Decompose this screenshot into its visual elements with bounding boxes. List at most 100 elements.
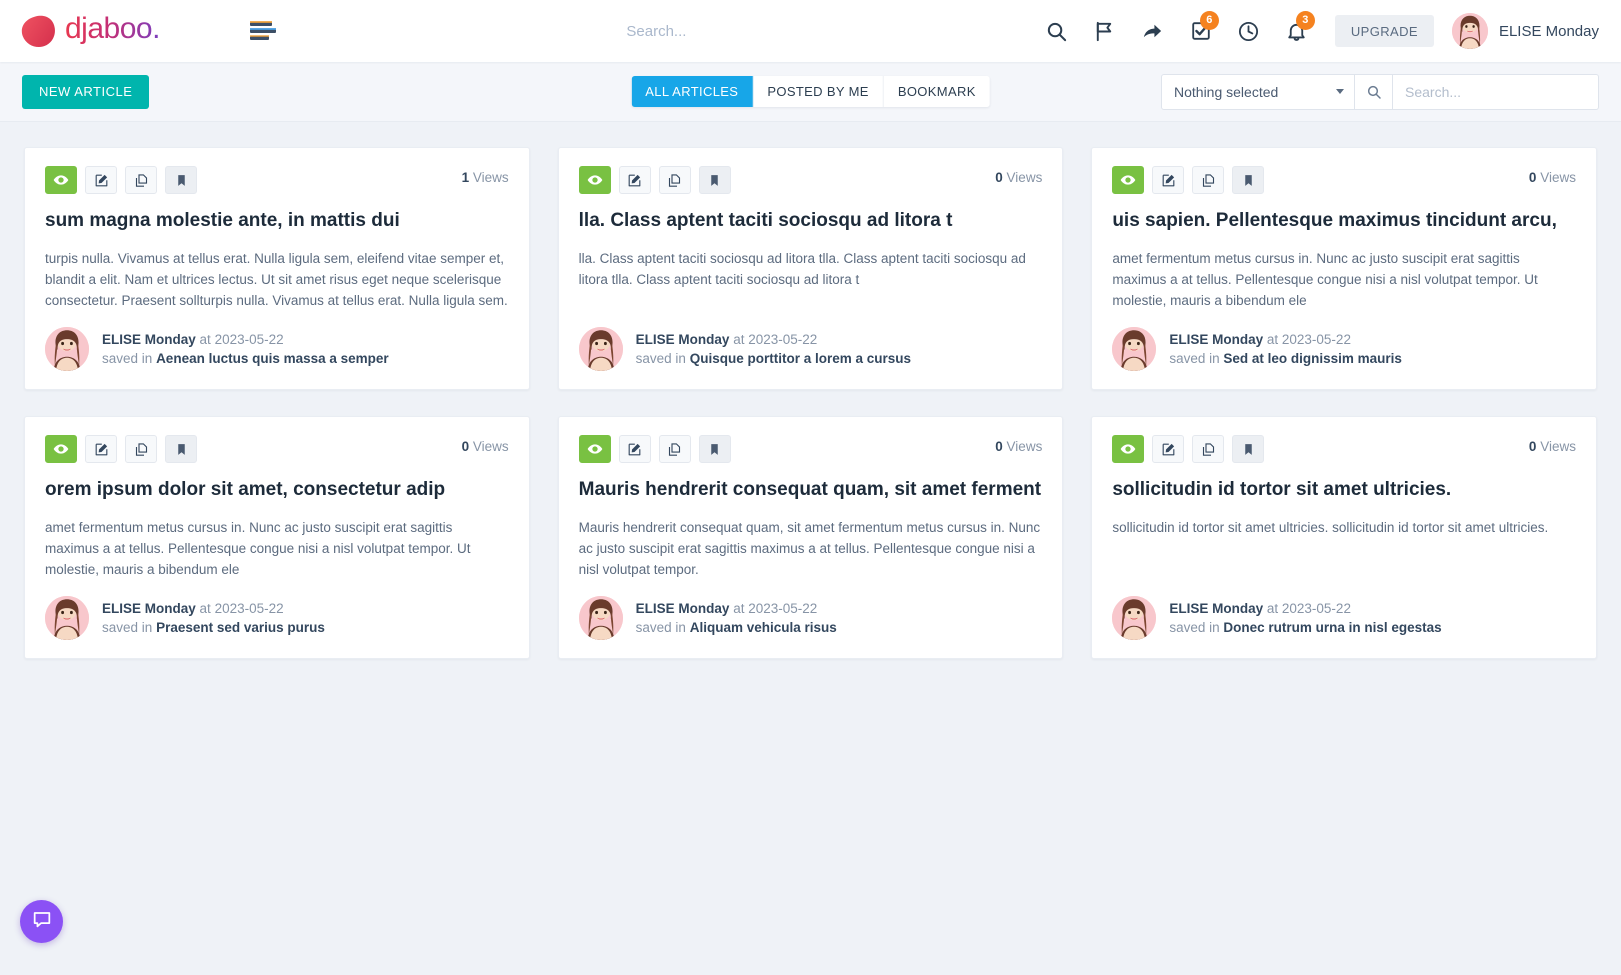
bookmark-button[interactable] [1232,435,1265,463]
filter-search-button[interactable] [1355,73,1393,110]
folder-name[interactable]: Praesent sed varius purus [156,620,325,635]
global-search-input[interactable] [496,22,817,40]
card-action-group [1112,435,1265,463]
saved-in-label: saved in [1169,351,1220,366]
views-label: Views [1540,170,1576,185]
card-action-group [578,166,731,194]
view-button[interactable] [578,435,611,463]
edit-button[interactable] [618,435,651,463]
bell-icon[interactable]: 3 [1273,9,1321,53]
views-label: Views [472,439,509,454]
new-article-button[interactable]: NEW ARTICLE [22,74,150,109]
category-select[interactable]: Nothing selected [1161,73,1355,110]
saved-in-label: saved in [102,351,153,366]
clock-icon[interactable] [1225,9,1273,53]
saved-in-label: saved in [102,620,153,635]
duplicate-button[interactable] [125,435,157,463]
views-label: Views [1006,170,1043,185]
view-button[interactable] [45,166,77,194]
folder-name[interactable]: Sed at leo dignissim mauris [1223,351,1402,366]
meta-text: ELISE Monday at 2023-05-22 saved in Quis… [636,330,911,368]
view-button[interactable] [1112,166,1145,194]
saved-in-label: saved in [1169,620,1220,635]
saved-in-label: saved in [635,351,686,366]
views-label: Views [1006,439,1043,454]
article-card[interactable]: 1 Views sum magna molestie ante, in matt… [24,147,530,390]
article-card[interactable]: 0 Views sollicitudin id tortor sit amet … [1091,416,1597,659]
articles-grid: 1 Views sum magna molestie ante, in matt… [0,122,1621,659]
article-title[interactable]: lla. Class aptent taciti sociosqu ad lit… [579,209,1043,233]
edit-button[interactable] [1152,435,1185,463]
tab-bookmark[interactable]: BOOKMARK [883,76,990,107]
duplicate-button[interactable] [125,166,157,194]
article-card[interactable]: 0 Views Mauris hendrerit consequat quam,… [557,416,1064,659]
author-name: ELISE Monday [1169,600,1264,616]
card-action-group [1112,166,1265,194]
tasks-checkbox-icon[interactable]: 6 [1177,9,1225,53]
edit-button[interactable] [85,435,117,463]
article-card[interactable]: 0 Views uis sapien. Pellentesque maximus… [1091,147,1597,390]
menu-toggle-icon[interactable] [250,16,280,46]
view-button[interactable] [1112,435,1145,463]
folder-name[interactable]: Aenean luctus quis massa a semper [156,351,389,366]
top-header-bar: djaboo. Search... 6 3 UPGRADE ELISE Mond… [0,0,1621,62]
views-count: 0 Views [462,435,509,454]
folder-name[interactable]: Quisque porttitor a lorem a cursus [690,351,911,366]
folder-name[interactable]: Aliquam vehicula risus [690,620,837,635]
article-title[interactable]: sollicitudin id tortor sit amet ultricie… [1112,478,1576,502]
bookmark-button[interactable] [165,166,197,194]
article-title[interactable]: Mauris hendrerit consequat quam, sit ame… [579,478,1043,502]
card-header: 0 Views [578,166,1042,194]
card-footer: ELISE Monday at 2023-05-22 saved in Done… [1112,596,1576,640]
bookmark-button[interactable] [698,166,731,194]
upgrade-button[interactable]: UPGRADE [1334,15,1434,47]
chat-support-button[interactable] [20,900,63,943]
meta-text: ELISE Monday at 2023-05-22 saved in Sed … [1169,330,1402,368]
card-header: 0 Views [1112,435,1576,463]
edit-button[interactable] [85,166,117,194]
edit-button[interactable] [618,166,651,194]
article-excerpt: amet fermentum metus cursus in. Nunc ac … [45,519,471,577]
article-card[interactable]: 0 Views orem ipsum dolor sit amet, conse… [24,416,530,659]
chat-bubble-icon [31,908,53,935]
views-count: 0 Views [1529,435,1576,454]
avatar [45,596,89,640]
brand-logo[interactable]: djaboo. [20,12,220,51]
article-title[interactable]: uis sapien. Pellentesque maximus tincidu… [1112,209,1576,233]
card-header: 0 Views [45,435,509,463]
bookmark-button[interactable] [1232,166,1265,194]
duplicate-button[interactable] [1192,435,1225,463]
article-title[interactable]: sum magna molestie ante, in mattis dui [45,209,509,233]
article-date: 2023-05-22 [748,600,818,616]
views-label: Views [472,170,509,185]
bookmark-button[interactable] [165,435,197,463]
view-button[interactable] [45,435,77,463]
at-label: at [199,331,211,347]
user-menu[interactable]: ELISE Monday [1451,13,1599,49]
article-title[interactable]: orem ipsum dolor sit amet, consectetur a… [45,478,509,502]
menu-bar-3 [250,34,269,40]
article-date: 2023-05-22 [748,331,818,347]
folder-name[interactable]: Donec rutrum urna in nisl egestas [1223,620,1441,635]
share-arrow-icon[interactable] [1129,9,1177,53]
article-date: 2023-05-22 [214,331,284,347]
bookmark-button[interactable] [698,435,731,463]
views-number: 1 [461,170,470,185]
view-button[interactable] [578,166,611,194]
tasks-badge: 6 [1199,11,1219,30]
duplicate-button[interactable] [658,166,691,194]
chevron-down-icon [1336,89,1344,94]
views-count: 0 Views [995,166,1042,185]
edit-button[interactable] [1152,166,1185,194]
global-search [280,22,1033,40]
duplicate-button[interactable] [1192,166,1225,194]
duplicate-button[interactable] [658,435,691,463]
article-card[interactable]: 0 Views lla. Class aptent taciti sociosq… [557,147,1064,390]
tab-all-articles[interactable]: ALL ARTICLES [631,76,754,107]
search-icon[interactable] [1033,9,1081,53]
card-footer: ELISE Monday at 2023-05-22 saved in Quis… [578,327,1043,371]
article-excerpt: sollicitudin id tortor sit amet ultricie… [1112,519,1549,535]
filter-search-input[interactable] [1393,73,1599,110]
tab-posted-by-me[interactable]: POSTED BY ME [753,76,884,107]
flag-icon[interactable] [1081,9,1129,53]
